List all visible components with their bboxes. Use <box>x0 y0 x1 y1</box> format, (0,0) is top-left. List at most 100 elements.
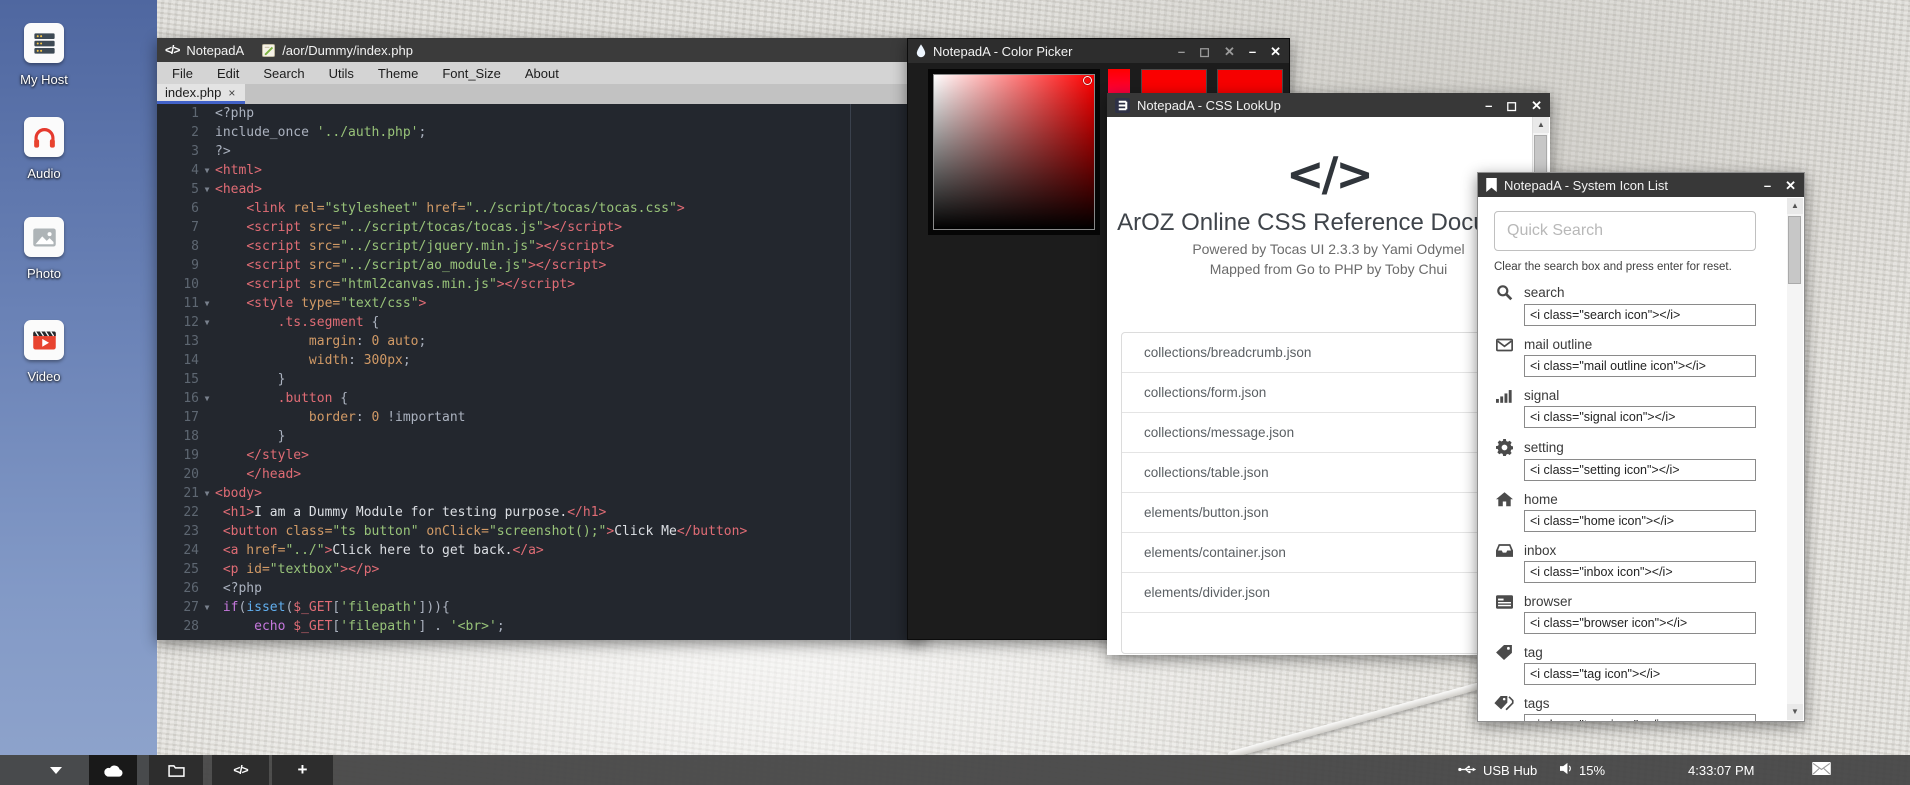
editor-titlebar[interactable]: </> NotepadA /aor/Dummy/index.php <box>157 38 925 62</box>
code-line[interactable]: 11▼ <style type="text/css"> <box>157 294 925 313</box>
css-reference-item[interactable]: elements/divider.json <box>1122 573 1525 613</box>
gradient-cursor[interactable] <box>1083 76 1092 85</box>
desktop-icon-my-host[interactable]: My Host <box>2 23 86 87</box>
icon-code-input[interactable] <box>1524 304 1756 326</box>
menu-item-edit[interactable]: Edit <box>217 66 239 81</box>
code-line[interactable]: 22 <h1>I am a Dummy Module for testing p… <box>157 503 925 522</box>
picker-close-button[interactable]: ✕ <box>1270 45 1281 58</box>
code-text: <?php <box>215 579 262 598</box>
notepad-file-icon <box>262 44 275 57</box>
icon-code-input[interactable] <box>1524 355 1756 377</box>
code-line[interactable]: 10 <script src="html2canvas.min.js"></sc… <box>157 275 925 294</box>
volume-status[interactable]: 15% <box>1560 755 1605 785</box>
code-line[interactable]: 3?> <box>157 142 925 161</box>
css-reference-item[interactable]: elements/container.json <box>1122 533 1525 573</box>
code-line[interactable]: 17 border: 0 !important <box>157 408 925 427</box>
icon-code-input[interactable] <box>1524 612 1756 634</box>
quick-search-input[interactable] <box>1494 211 1756 251</box>
code-line[interactable]: 7 <script src="../script/tocas/tocas.js"… <box>157 218 925 237</box>
code-text: include_once '../auth.php'; <box>215 123 426 142</box>
code-line[interactable]: 5▼<head> <box>157 180 925 199</box>
css-reference-item[interactable]: collections/table.json <box>1122 453 1525 493</box>
scroll-down-arrow[interactable]: ▼ <box>1787 704 1803 720</box>
code-line[interactable]: 24 <a href="../">Click here to get back.… <box>157 541 925 560</box>
fold-arrow-icon[interactable]: ▼ <box>199 161 215 180</box>
taskbar-app-notepada[interactable]: </> <box>212 755 269 785</box>
picker-inner-close-button[interactable]: ✕ <box>1224 45 1235 58</box>
clock[interactable]: 4:33:07 PM <box>1688 755 1755 785</box>
css-lookup-close-button[interactable]: ✕ <box>1531 99 1542 112</box>
code-line[interactable]: 1<?php <box>157 104 925 123</box>
code-line[interactable]: 25 <p id="textbox"></p> <box>157 560 925 579</box>
code-line[interactable]: 2include_once '../auth.php'; <box>157 123 925 142</box>
code-line[interactable]: 14 width: 300px; <box>157 351 925 370</box>
scrollbar-thumb[interactable] <box>1788 216 1801 284</box>
css-reference-item[interactable]: collections/breadcrumb.json <box>1122 333 1525 373</box>
code-line[interactable]: 4▼<html> <box>157 161 925 180</box>
fold-arrow-icon[interactable]: ▼ <box>199 598 215 617</box>
code-line[interactable]: 20 </head> <box>157 465 925 484</box>
css-lookup-minimize-button[interactable]: – <box>1485 99 1492 112</box>
code-line[interactable]: 9 <script src="../script/ao_module.js"><… <box>157 256 925 275</box>
css-reference-item-partial[interactable] <box>1122 613 1525 653</box>
notification-status[interactable] <box>1812 755 1831 785</box>
code-line[interactable]: 15 } <box>157 370 925 389</box>
taskbar-app-files[interactable] <box>149 755 203 785</box>
tab-close-icon[interactable]: × <box>228 86 235 100</box>
menu-item-font_size[interactable]: Font_Size <box>442 66 501 81</box>
css-lookup-titlebar[interactable]: NotepadA - CSS LookUp – ◻ ✕ <box>1107 93 1550 117</box>
code-line[interactable]: 8 <script src="../script/jquery.min.js">… <box>157 237 925 256</box>
css-reference-item[interactable]: elements/button.json <box>1122 493 1525 533</box>
fold-arrow-icon[interactable]: ▼ <box>199 313 215 332</box>
scroll-up-arrow[interactable]: ▲ <box>1533 117 1549 133</box>
picker-inner-minimize-button[interactable]: – <box>1178 45 1185 58</box>
code-line[interactable]: 13 margin: 0 auto; <box>157 332 925 351</box>
icon-list-scrollbar[interactable]: ▲ ▼ <box>1787 198 1803 720</box>
icon-list-minimize-button[interactable]: – <box>1764 179 1771 192</box>
code-line[interactable]: 27▼ if(isset($_GET['filepath'])){ <box>157 598 925 617</box>
icon-list-close-button[interactable]: ✕ <box>1785 179 1796 192</box>
code-line[interactable]: 16▼ .button { <box>157 389 925 408</box>
tab-index-php[interactable]: index.php × <box>157 84 245 104</box>
css-reference-item[interactable]: collections/form.json <box>1122 373 1525 413</box>
code-line[interactable]: 12▼ .ts.segment { <box>157 313 925 332</box>
icon-code-input[interactable] <box>1524 714 1756 721</box>
icon-code-input[interactable] <box>1524 561 1756 583</box>
code-line[interactable]: 6 <link rel="stylesheet" href="../script… <box>157 199 925 218</box>
fold-arrow-icon[interactable]: ▼ <box>199 180 215 199</box>
code-line[interactable]: 26 <?php <box>157 579 925 598</box>
code-line[interactable]: 28 echo $_GET['filepath'] . '<br>'; <box>157 617 925 636</box>
menu-item-file[interactable]: File <box>172 66 193 81</box>
code-line[interactable]: 18 } <box>157 427 925 446</box>
code-line[interactable]: 23 <button class="ts button" onClick="sc… <box>157 522 925 541</box>
desktop-icon-audio[interactable]: Audio <box>2 117 86 181</box>
editor-code-area[interactable]: 1<?php2include_once '../auth.php';3?>4▼<… <box>157 104 925 640</box>
icon-code-input[interactable] <box>1524 663 1756 685</box>
saturation-gradient-square[interactable] <box>933 74 1095 230</box>
icon-code-input[interactable] <box>1524 406 1756 428</box>
code-line[interactable]: 21▼<body> <box>157 484 925 503</box>
icon-code-input[interactable] <box>1524 459 1756 481</box>
scroll-up-arrow[interactable]: ▲ <box>1787 198 1803 214</box>
icon-code-input[interactable] <box>1524 510 1756 532</box>
menu-item-utils[interactable]: Utils <box>329 66 354 81</box>
fold-arrow-icon[interactable]: ▼ <box>199 294 215 313</box>
picker-titlebar[interactable]: NotepadA - Color Picker – ◻ ✕ – ✕ <box>908 39 1289 63</box>
menu-item-theme[interactable]: Theme <box>378 66 418 81</box>
taskbar-chevron-down-icon[interactable] <box>42 755 70 785</box>
menu-item-about[interactable]: About <box>525 66 559 81</box>
picker-inner-maximize-button[interactable]: ◻ <box>1199 45 1210 58</box>
code-line[interactable]: 19 </style> <box>157 446 925 465</box>
icon-list-titlebar[interactable]: NotepadA - System Icon List – ✕ <box>1478 173 1804 197</box>
taskbar-new-button[interactable]: + <box>272 755 333 785</box>
desktop-icon-video[interactable]: Video <box>2 320 86 384</box>
desktop-icon-photo[interactable]: Photo <box>2 217 86 281</box>
picker-minimize-button[interactable]: – <box>1249 45 1256 58</box>
css-reference-item[interactable]: collections/message.json <box>1122 413 1525 453</box>
menu-item-search[interactable]: Search <box>263 66 304 81</box>
usb-status[interactable]: USB Hub <box>1458 755 1537 785</box>
css-lookup-maximize-button[interactable]: ◻ <box>1506 99 1517 112</box>
fold-arrow-icon[interactable]: ▼ <box>199 484 215 503</box>
fold-arrow-icon[interactable]: ▼ <box>199 389 215 408</box>
taskbar-app-cloud[interactable] <box>89 755 137 785</box>
